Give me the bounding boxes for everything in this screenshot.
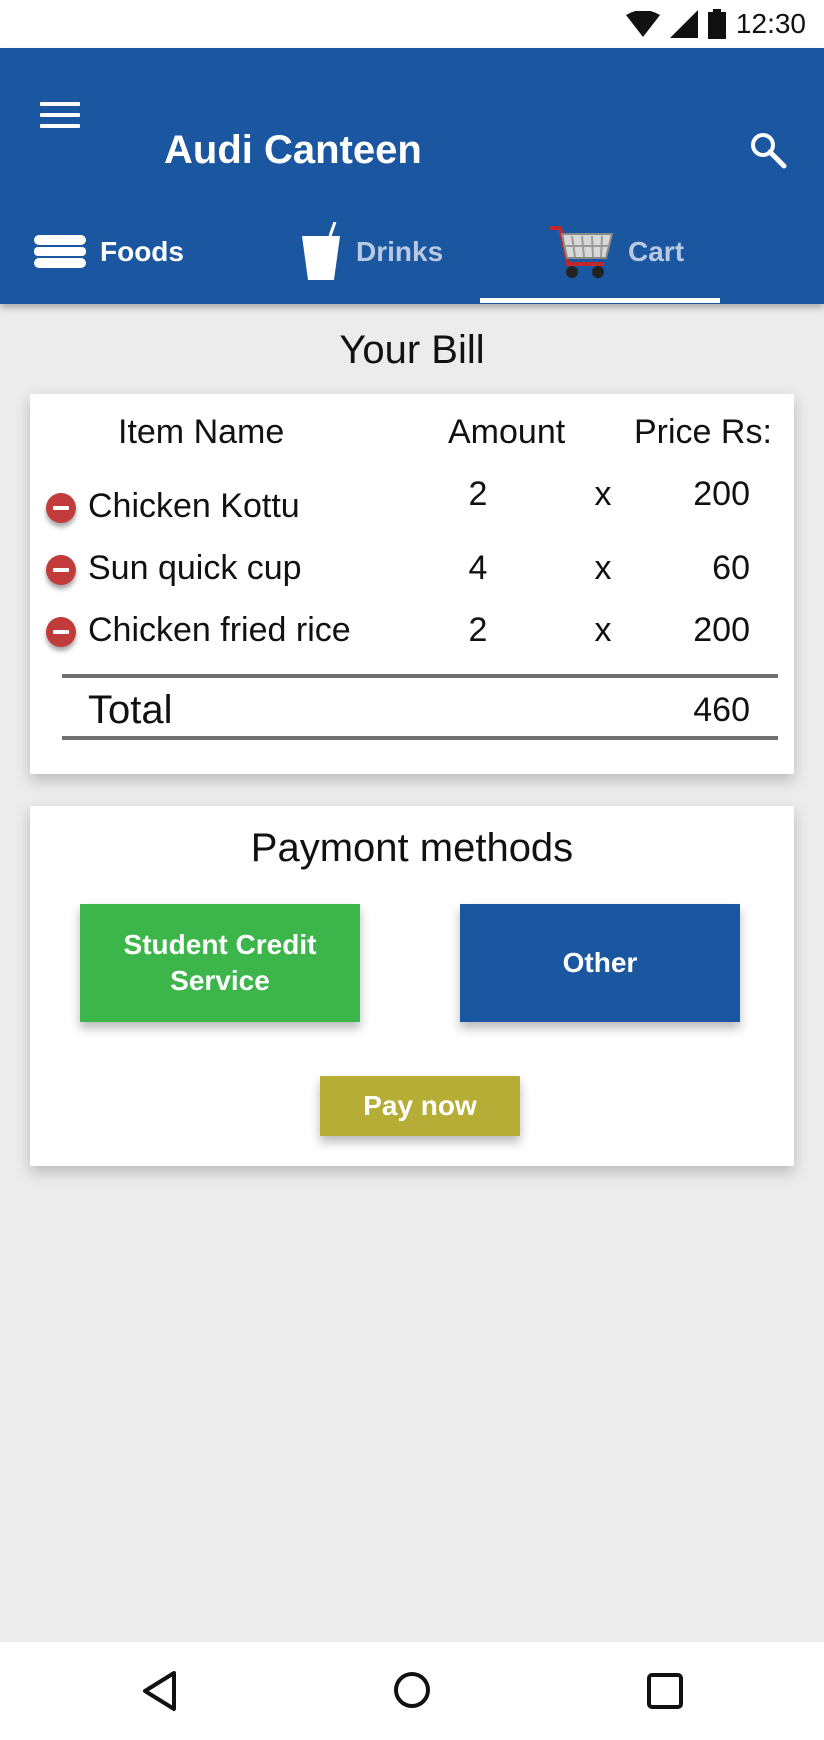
selected-tab-indicator [480,298,720,303]
status-time: 12:30 [735,8,806,39]
pay-now-label: Pay now [363,1090,477,1121]
other-payment-label: Other [562,947,638,978]
shopping-cart-icon [550,226,614,278]
home-icon[interactable] [392,1670,432,1710]
item-price: 60 [712,549,750,587]
status-bar: 12:30 [0,0,824,48]
multiply-sign: x [594,611,612,649]
item-name: Sun quick cup [88,549,302,587]
search-button[interactable] [748,130,788,170]
multiply-sign: x [594,475,612,513]
item-amount: 2 [468,475,488,513]
recents-icon[interactable] [646,1672,684,1710]
back-icon[interactable] [140,1670,180,1712]
drink-cup-icon [302,222,340,280]
wifi-icon [625,11,660,37]
system-nav-bar [0,1642,824,1740]
other-payment-button[interactable]: Other [460,904,740,1022]
tab-foods-label: Foods [100,236,184,267]
total-divider-top [62,674,778,678]
battery-icon [707,9,726,39]
cell-signal-icon [669,10,698,38]
remove-item-button[interactable] [46,555,76,585]
item-amount: 2 [468,611,488,649]
app-title: Audi Canteen [164,128,422,172]
item-amount: 4 [468,549,488,587]
item-name: Chicken fried rice [88,611,351,649]
payment-methods-title: Paymont methods [250,826,574,870]
pay-now-button[interactable]: Pay now [320,1076,520,1136]
total-divider-bottom [62,736,778,740]
header-amount: Amount [448,413,566,451]
item-price: 200 [693,611,750,649]
remove-item-button[interactable] [46,617,76,647]
tab-cart[interactable]: Cart [548,200,728,304]
item-price: 200 [693,475,750,513]
student-credit-label-line1: Student Credit [123,929,317,960]
total-label: Total [88,688,173,732]
search-icon [751,133,787,169]
tab-foods[interactable]: Foods [34,200,264,304]
bill-title: Your Bill [339,328,485,372]
student-credit-service-label: Student Credit Service [124,927,317,999]
remove-item-button[interactable] [46,493,76,523]
student-credit-service-button[interactable]: Student Credit Service [80,904,360,1022]
header-price: Price Rs: [634,413,772,451]
burger-icon [34,235,86,268]
tab-cart-label: Cart [628,236,685,267]
header-item-name: Item Name [118,413,285,451]
tab-drinks[interactable]: Drinks [300,200,500,304]
tab-drinks-label: Drinks [356,236,444,267]
total-value: 460 [693,691,750,729]
multiply-sign: x [594,549,612,587]
menu-button[interactable] [40,102,82,132]
item-name: Chicken Kottu [88,487,300,525]
student-credit-label-line2: Service [170,965,270,996]
